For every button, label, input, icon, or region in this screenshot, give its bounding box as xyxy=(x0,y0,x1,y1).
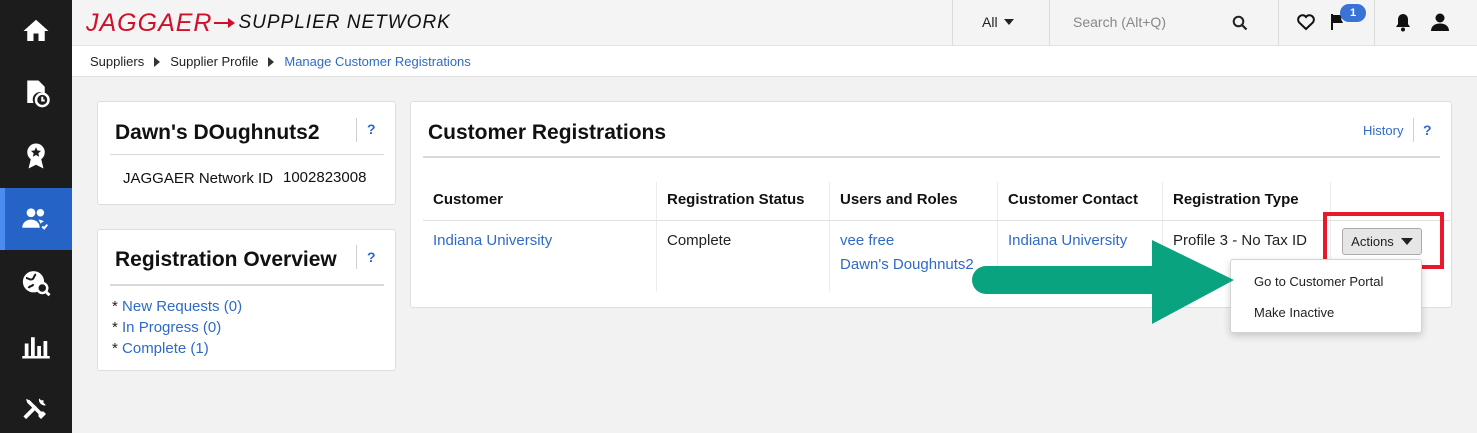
column-header-registration-type[interactable]: Registration Type xyxy=(1173,191,1299,208)
scope-value: All xyxy=(982,14,998,30)
logo-subtitle: SUPPLIER NETWORK xyxy=(238,12,451,33)
breadcrumb-suppliers[interactable]: Suppliers xyxy=(90,54,144,69)
divider xyxy=(423,220,1450,221)
menu-item-go-to-customer-portal[interactable]: Go to Customer Portal xyxy=(1254,274,1383,289)
overview-title: Registration Overview xyxy=(115,248,337,271)
users-check-icon xyxy=(22,208,50,232)
column-header-registration-status[interactable]: Registration Status xyxy=(667,191,805,208)
registrations-title: Customer Registrations xyxy=(428,121,667,144)
menu-item-make-inactive[interactable]: Make Inactive xyxy=(1254,305,1334,320)
divider xyxy=(110,284,384,286)
user-link[interactable]: Dawn's Doughnuts2 xyxy=(840,256,974,273)
breadcrumb: Suppliers Supplier Profile Manage Custom… xyxy=(90,54,471,69)
help-icon[interactable]: ? xyxy=(1423,122,1432,138)
network-id-label: JAGGAER Network ID xyxy=(123,170,274,187)
column-header-customer[interactable]: Customer xyxy=(433,191,503,208)
arrow-annotation xyxy=(972,240,1234,324)
actions-menu: Go to Customer Portal Make Inactive xyxy=(1230,259,1422,333)
divider xyxy=(356,245,357,269)
list-item: * In Progress (0) xyxy=(112,319,222,336)
list-item: * New Requests (0) xyxy=(112,298,243,315)
nav-discover[interactable] xyxy=(0,252,72,314)
divider xyxy=(110,154,384,155)
in-progress-link[interactable]: In Progress (0) xyxy=(122,319,221,336)
nav-customers[interactable] xyxy=(0,188,72,250)
breadcrumb-current[interactable]: Manage Customer Registrations xyxy=(284,54,470,69)
nav-certifications[interactable] xyxy=(0,125,72,187)
bar-chart-icon xyxy=(22,337,50,359)
award-icon xyxy=(27,143,45,169)
help-icon[interactable]: ? xyxy=(367,121,376,137)
caret-down-icon xyxy=(1003,19,1014,25)
tools-icon xyxy=(23,398,46,420)
bell-icon[interactable] xyxy=(1393,12,1413,32)
breadcrumb-bar: Suppliers Supplier Profile Manage Custom… xyxy=(72,46,1477,77)
complete-link[interactable]: Complete (1) xyxy=(122,340,209,357)
new-requests-link[interactable]: New Requests (0) xyxy=(122,298,242,315)
divider xyxy=(1278,0,1279,46)
network-id-value: 1002823008 xyxy=(283,169,367,186)
divider xyxy=(1374,0,1375,46)
overview-list: * New Requests (0) * In Progress (0) * C… xyxy=(112,296,242,359)
column-header-customer-contact[interactable]: Customer Contact xyxy=(1008,191,1138,208)
column-header-users-and-roles[interactable]: Users and Roles xyxy=(840,191,958,208)
divider xyxy=(952,0,953,46)
divider xyxy=(1413,118,1414,142)
divider xyxy=(423,156,1440,158)
nav-documents[interactable] xyxy=(0,62,72,124)
help-icon[interactable]: ? xyxy=(367,249,376,265)
breadcrumb-supplier-profile[interactable]: Supplier Profile xyxy=(170,54,258,69)
customer-link[interactable]: Indiana University xyxy=(433,232,552,249)
user-icon[interactable] xyxy=(1430,12,1450,32)
jaggaer-logo[interactable]: JAGGAER SUPPLIER NETWORK xyxy=(86,8,451,38)
user-link[interactable]: vee free xyxy=(840,232,894,249)
supplier-name: Dawn's DOughnuts2 xyxy=(115,121,320,144)
registration-status: Complete xyxy=(667,232,732,249)
nav-analytics[interactable] xyxy=(0,315,72,377)
logo-arrow-icon xyxy=(214,18,236,28)
logo-brand: JAGGAER xyxy=(86,8,213,37)
search-icon[interactable] xyxy=(1232,15,1248,31)
globe-search-icon xyxy=(22,271,51,297)
list-item: * Complete (1) xyxy=(112,340,209,357)
search-input[interactable]: Search (Alt+Q) xyxy=(1073,14,1166,30)
supplier-panel: Dawn's DOughnuts2 ? JAGGAER Network ID 1… xyxy=(97,101,396,205)
notification-badge: 1 xyxy=(1340,4,1366,22)
top-bar: JAGGAER SUPPLIER NETWORK All Search (Alt… xyxy=(72,0,1477,46)
left-nav xyxy=(0,0,72,433)
nav-home[interactable] xyxy=(0,0,72,62)
chevron-right-icon xyxy=(154,56,161,67)
nav-tools[interactable] xyxy=(0,378,72,433)
history-link[interactable]: History xyxy=(1363,123,1403,138)
heart-icon[interactable] xyxy=(1296,12,1316,32)
registration-overview-panel: Registration Overview ? * New Requests (… xyxy=(97,229,396,371)
divider xyxy=(356,118,357,142)
chevron-right-icon xyxy=(268,56,275,67)
home-icon xyxy=(23,19,49,41)
divider xyxy=(1049,0,1050,46)
search-scope-dropdown[interactable]: All xyxy=(982,14,1014,30)
document-clock-icon xyxy=(27,80,50,108)
